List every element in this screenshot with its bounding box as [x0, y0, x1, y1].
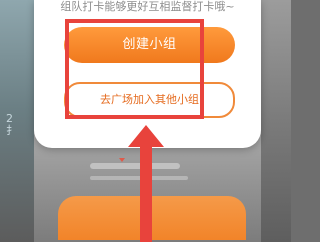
background-text-line	[90, 176, 188, 180]
background-right-panel	[261, 0, 291, 242]
create-group-button[interactable]: 创建小组	[64, 27, 235, 63]
ghost-text-line-2: 扌	[6, 123, 17, 137]
join-other-group-button[interactable]: 去广场加入其他小组	[64, 82, 235, 118]
background-caret-icon	[119, 158, 125, 162]
group-dialog: 组队打卡能够更好互相监督打卡哦~ 创建小组 去广场加入其他小组	[34, 0, 261, 148]
dialog-hint-text: 组队打卡能够更好互相监督打卡哦~	[60, 0, 235, 13]
background-orange-button	[58, 196, 246, 240]
ghost-text-line-1: 2	[6, 112, 13, 125]
background-text-bar	[90, 163, 180, 169]
background-left-panel: 2 扌	[0, 0, 34, 242]
background-ghost-text: 2 扌	[6, 113, 17, 136]
